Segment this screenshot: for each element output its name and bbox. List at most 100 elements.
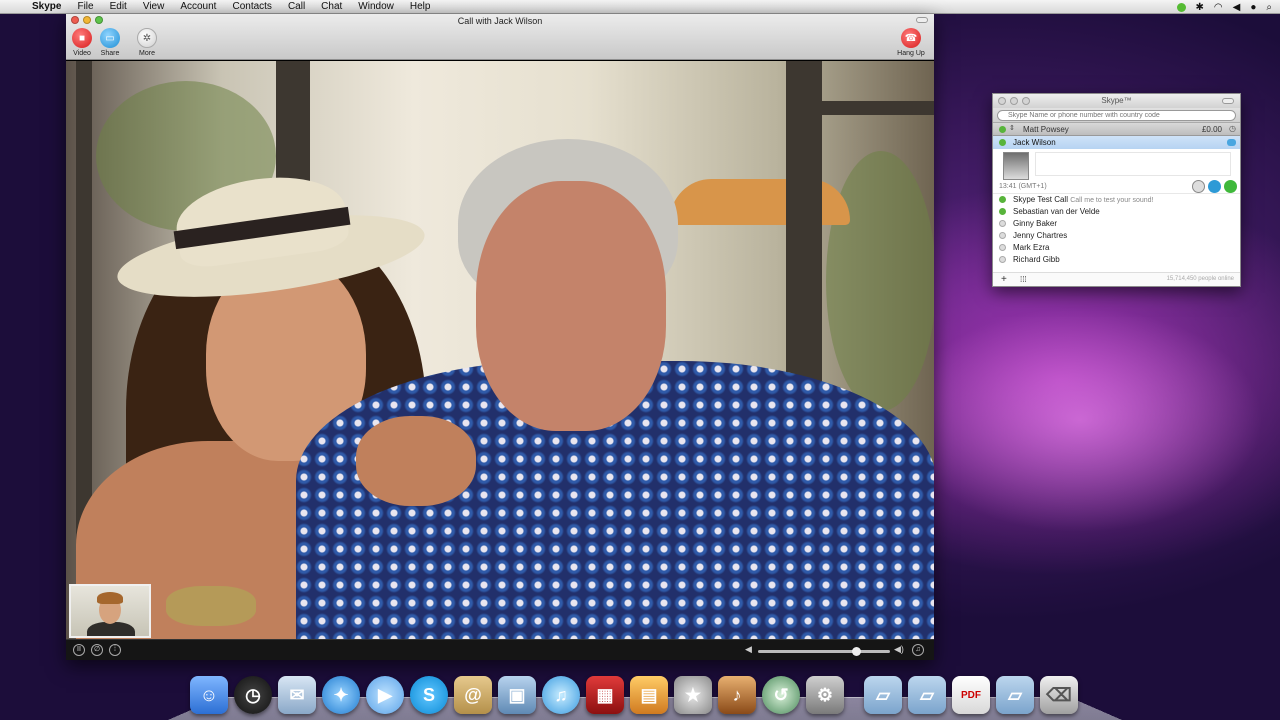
applications-folder-icon[interactable]: ▱	[864, 676, 902, 714]
offline-status-icon	[999, 232, 1006, 239]
contact-name: Jack Wilson	[1013, 138, 1056, 147]
skype-icon[interactable]: S	[410, 676, 448, 714]
call-window: Call with Jack Wilson ■ Video ▭ Share ✲ …	[66, 14, 934, 660]
contact-name: Ginny Baker	[1013, 219, 1058, 228]
dashboard-icon[interactable]: ◷	[234, 676, 272, 714]
self-view-preview[interactable]	[69, 584, 151, 638]
pdf-document-icon[interactable]: PDF	[952, 676, 990, 714]
avatar	[1003, 152, 1029, 180]
dialpad-icon[interactable]: ⁞⁞⁞	[1020, 275, 1027, 284]
time-machine-icon[interactable]: ↺	[762, 676, 800, 714]
online-status-icon[interactable]	[999, 126, 1006, 133]
menu-file[interactable]: File	[69, 1, 101, 12]
account-bar: ⇕ Matt Powsey £0.00 ◷	[993, 123, 1240, 136]
contact-detail-panel: 13:41 (GMT+1)	[993, 149, 1240, 194]
more-button[interactable]: ✲ More	[131, 28, 163, 57]
menu-edit[interactable]: Edit	[102, 1, 135, 12]
contact-row[interactable]: Richard Gibb	[993, 254, 1240, 266]
contacts-footer: + ⁞⁞⁞ 15,714,450 people online	[993, 272, 1240, 286]
call-button[interactable]	[1224, 180, 1237, 193]
contact-local-time: 13:41 (GMT+1)	[999, 183, 1047, 190]
imovie-icon[interactable]: ★	[674, 676, 712, 714]
contact-row-selected[interactable]: Jack Wilson	[993, 136, 1240, 149]
pause-button[interactable]: II	[73, 644, 85, 656]
contact-list: Skype Test Call Call me to test your sou…	[993, 194, 1240, 266]
mail-icon[interactable]: ✉	[278, 676, 316, 714]
bracelet	[166, 586, 256, 626]
address-book-icon[interactable]: @	[454, 676, 492, 714]
offline-status-icon	[999, 220, 1006, 227]
audio-settings-button[interactable]: ♫	[912, 644, 924, 656]
hang-up-button[interactable]: ☎ Hang Up	[895, 28, 927, 57]
volume-low-icon: ◀	[745, 644, 752, 654]
contact-row[interactable]: Mark Ezra	[993, 242, 1240, 254]
dock: ☺ ◷ ✉ ✦ ▶ S @ ▣ ♫ ▦ ▤ ★ ♪ ↺ ⚙ ▱ ▱ PDF ▱ …	[190, 670, 1090, 714]
search-input[interactable]	[997, 110, 1236, 121]
menu-help[interactable]: Help	[402, 1, 439, 12]
contact-row[interactable]: Skype Test Call Call me to test your sou…	[993, 194, 1240, 206]
account-name[interactable]: Matt Powsey	[1023, 125, 1069, 134]
caller-woman-arm	[356, 416, 476, 506]
bluetooth-icon[interactable]: ✱	[1196, 2, 1204, 13]
system-preferences-icon[interactable]: ⚙	[806, 676, 844, 714]
finder-icon[interactable]: ☺	[190, 676, 228, 714]
volume-high-icon: ◀)	[894, 644, 904, 654]
user-icon[interactable]: ●	[1250, 2, 1256, 13]
share-screen-icon: ▭	[100, 28, 120, 48]
toolbar-toggle-button[interactable]	[1222, 98, 1234, 104]
chat-button[interactable]	[1208, 180, 1221, 193]
online-status-icon	[999, 139, 1006, 146]
contact-name: Skype Test Call Call me to test your sou…	[1013, 195, 1154, 204]
menu-chat[interactable]: Chat	[313, 1, 350, 12]
menu-view[interactable]: View	[135, 1, 173, 12]
caller-man-face	[476, 181, 666, 431]
mute-button[interactable]: ∅	[91, 644, 103, 656]
contacts-window-title: Skype™	[1101, 96, 1132, 105]
ichat-icon[interactable]: ▶	[366, 676, 404, 714]
call-controls-bar: II ∅ ⁞ ◀ ◀) ♫	[66, 639, 934, 660]
volume-slider[interactable]	[758, 647, 890, 656]
contact-mood: Call me to test your sound!	[1070, 197, 1154, 204]
contact-row[interactable]: Ginny Baker	[993, 218, 1240, 230]
share-button[interactable]: ▭ Share	[94, 28, 126, 57]
offline-status-icon	[999, 256, 1006, 263]
contact-row[interactable]: Jenny Chartres	[993, 230, 1240, 242]
video-call-button[interactable]	[1192, 180, 1205, 193]
skype-status-icon[interactable]	[1176, 2, 1186, 12]
contact-row[interactable]: Sebastian van der Velde	[993, 206, 1240, 218]
spotlight-icon[interactable]: ⌕	[1266, 2, 1272, 13]
downloads-folder-icon[interactable]: ▱	[996, 676, 1034, 714]
iphoto-icon[interactable]: ▣	[498, 676, 536, 714]
contacts-window-titlebar[interactable]: Skype™	[993, 94, 1240, 108]
background-umbrella	[670, 179, 850, 225]
call-window-titlebar[interactable]: Call with Jack Wilson ■ Video ▭ Share ✲ …	[66, 14, 934, 60]
remote-video-feed[interactable]	[66, 61, 934, 639]
safari-icon[interactable]: ✦	[322, 676, 360, 714]
skype-credit[interactable]: £0.00	[1202, 125, 1222, 134]
menu-app-name[interactable]: Skype	[22, 1, 69, 12]
photo-booth-icon[interactable]: ▦	[586, 676, 624, 714]
self-view-body	[87, 622, 135, 636]
trash-icon[interactable]: ⌫	[1040, 676, 1078, 714]
dialpad-button[interactable]: ⁞	[109, 644, 121, 656]
history-clock-icon[interactable]: ◷	[1229, 124, 1236, 133]
volume-icon[interactable]: ◀	[1233, 2, 1241, 13]
menu-call[interactable]: Call	[280, 1, 313, 12]
toolbar-toggle-button[interactable]	[916, 17, 928, 23]
preview-icon[interactable]: ▤	[630, 676, 668, 714]
collapse-icon[interactable]	[1227, 139, 1236, 146]
menu-contacts[interactable]: Contacts	[224, 1, 279, 12]
status-dropdown-icon[interactable]: ⇕	[1009, 124, 1015, 132]
menu-account[interactable]: Account	[172, 1, 224, 12]
offline-status-icon	[999, 244, 1006, 251]
documents-folder-icon[interactable]: ▱	[908, 676, 946, 714]
add-contact-icon[interactable]: +	[1001, 274, 1007, 285]
menu-window[interactable]: Window	[350, 1, 402, 12]
garageband-icon[interactable]: ♪	[718, 676, 756, 714]
menu-status-area: ✱ ◠ ◀ ● ⌕	[1176, 0, 1272, 14]
search-bar: ⌕	[993, 108, 1240, 123]
contact-name: Jenny Chartres	[1013, 231, 1068, 240]
itunes-icon[interactable]: ♫	[542, 676, 580, 714]
volume-slider-knob[interactable]	[851, 647, 861, 656]
wifi-icon[interactable]: ◠	[1214, 2, 1223, 13]
